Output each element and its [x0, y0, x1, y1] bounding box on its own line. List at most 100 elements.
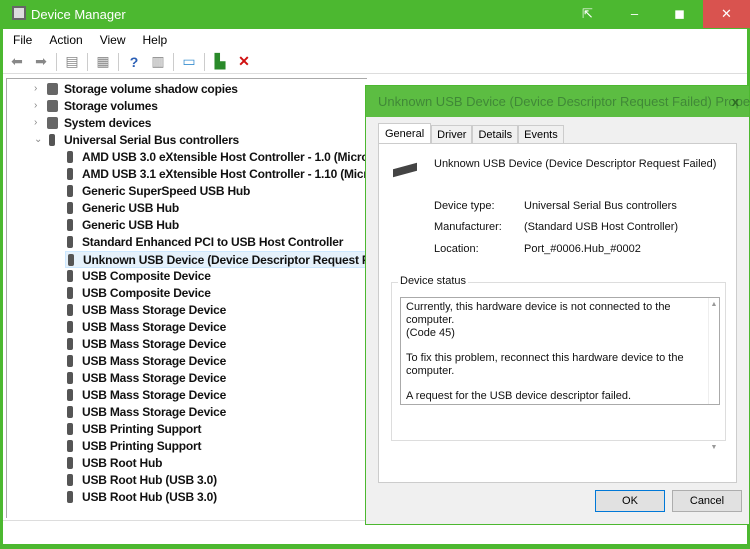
tree-item-label: USB Mass Storage Device	[82, 337, 227, 351]
tab-driver[interactable]: Driver	[431, 125, 473, 145]
tree-item[interactable]: Generic USB Hub	[65, 200, 182, 217]
ok-button[interactable]: OK	[595, 490, 665, 512]
menu-file[interactable]: File	[13, 33, 32, 47]
menu-view[interactable]: View	[100, 33, 126, 47]
usb-icon	[67, 151, 73, 163]
usb-icon	[67, 491, 73, 503]
expand-toggle[interactable]: ›	[34, 117, 37, 128]
status-line: Currently, this hardware device is not c…	[406, 301, 671, 326]
usb-icon	[67, 185, 73, 197]
divider	[56, 52, 57, 71]
tree-item[interactable]: USB Printing Support	[65, 438, 204, 455]
tree-item[interactable]: Generic SuperSpeed USB Hub	[65, 183, 253, 200]
usb-icon	[49, 134, 55, 146]
tab-events[interactable]: Events	[518, 125, 564, 145]
properties-icon[interactable]: ▦	[94, 53, 112, 70]
tree-item[interactable]: Standard Enhanced PCI to USB Host Contro…	[65, 234, 346, 251]
usb-icon	[67, 474, 73, 486]
general-panel: Unknown USB Device (Device Descriptor Re…	[378, 143, 737, 483]
usb-icon	[67, 372, 73, 384]
properties-dialog: Unknown USB Device (Device Descriptor Re…	[365, 85, 750, 525]
tree-item-label: Storage volumes	[64, 99, 158, 113]
restore-down-icon[interactable]: ⇱	[565, 0, 610, 29]
tree-item-label: USB Root Hub	[82, 456, 163, 470]
expand-toggle[interactable]: ⌄	[34, 134, 42, 145]
dialog-title: Unknown USB Device (Device Descriptor Re…	[366, 86, 750, 117]
status-line	[406, 378, 714, 390]
tree-item[interactable]: Storage volumes	[47, 98, 158, 115]
uninstall-icon[interactable]: ✕	[235, 53, 253, 70]
divider	[118, 52, 119, 71]
dialog-close-button[interactable]: x	[732, 86, 739, 117]
usb-icon	[67, 202, 73, 214]
tree-item-label: USB Root Hub (USB 3.0)	[82, 473, 217, 487]
maximize-button[interactable]: ◼	[657, 0, 702, 29]
tree-item[interactable]: USB Mass Storage Device	[65, 404, 229, 421]
menu-bar: File Action View Help	[3, 29, 747, 50]
usb-icon	[67, 457, 73, 469]
usb-icon	[67, 287, 73, 299]
scan-hardware-icon[interactable]: ▭	[180, 53, 198, 70]
show-hide-console-tree-icon[interactable]: ▤	[63, 53, 81, 70]
back-icon[interactable]: ⬅	[8, 53, 26, 70]
device-manager-icon	[12, 6, 26, 20]
device-type-value: Universal Serial Bus controllers	[524, 200, 677, 212]
cancel-button[interactable]: Cancel	[672, 490, 742, 512]
tree-item-label: USB Mass Storage Device	[82, 303, 227, 317]
tab-details[interactable]: Details	[472, 125, 519, 145]
usb-icon	[67, 389, 73, 401]
expand-toggle[interactable]: ›	[34, 100, 37, 111]
tree-item[interactable]: USB Mass Storage Device	[65, 302, 229, 319]
tree-item[interactable]: System devices	[47, 115, 151, 132]
tree-item[interactable]: USB Mass Storage Device	[65, 336, 229, 353]
tree-item[interactable]: AMD USB 3.0 eXtensible Host Controller -…	[65, 149, 367, 166]
usb-device-icon	[393, 162, 417, 178]
tree-item[interactable]: USB Mass Storage Device	[65, 353, 229, 370]
device-status-textbox[interactable]: ▲ ▼ Currently, this hardware device is no…	[400, 297, 720, 451]
scrollbar[interactable]: ▲ ▼	[708, 298, 719, 451]
usb-icon	[67, 423, 73, 435]
tree-item[interactable]: USB Composite Device	[65, 285, 214, 302]
tree-item[interactable]: USB Root Hub (USB 3.0)	[65, 472, 220, 489]
tree-item-label: USB Mass Storage Device	[82, 371, 227, 385]
tree-item[interactable]: USB Mass Storage Device	[65, 387, 229, 404]
device-tree: › Storage volume shadow copies › Storage vo…	[6, 78, 367, 518]
tree-item[interactable]: USB Composite Device	[65, 268, 214, 285]
close-button[interactable]: ✕	[703, 0, 750, 28]
manufacturer-value: (Standard USB Host Controller)	[524, 221, 679, 233]
tree-item[interactable]: Generic USB Hub	[65, 217, 182, 234]
tree-item[interactable]: USB Mass Storage Device	[65, 370, 229, 387]
tree-item[interactable]: Storage volume shadow copies	[47, 81, 238, 98]
tree-item-label: USB Printing Support	[82, 439, 202, 453]
usb-icon	[67, 406, 73, 418]
status-line: A request for the USB device descriptor …	[406, 390, 632, 402]
usb-icon	[67, 304, 73, 316]
tree-item-label: USB Composite Device	[82, 286, 211, 300]
tree-item[interactable]: USB Printing Support	[65, 421, 204, 438]
forward-icon[interactable]: ➡	[32, 53, 50, 70]
tree-item[interactable]: USB Mass Storage Device	[65, 319, 229, 336]
device-status-label: Device status	[398, 275, 469, 287]
tree-item-label: AMD USB 3.1 eXtensible Host Controller -…	[82, 167, 367, 181]
tree-item-label: Universal Serial Bus controllers	[64, 133, 240, 147]
tree-item-label: USB Mass Storage Device	[82, 388, 227, 402]
tree-item[interactable]: Universal Serial Bus controllers	[47, 132, 239, 149]
minimize-button[interactable]: –	[612, 0, 657, 29]
update-driver-icon[interactable]: ▙	[211, 53, 229, 70]
expand-toggle[interactable]: ›	[34, 83, 37, 94]
tree-item[interactable]: USB Root Hub (USB 3.0)	[65, 489, 220, 506]
device-name: Unknown USB Device (Device Descriptor Re…	[434, 158, 717, 170]
storage-icon	[47, 100, 58, 112]
tree-item[interactable]: Unknown USB Device (Device Descriptor Re…	[65, 251, 367, 268]
divider	[173, 52, 174, 71]
usb-icon	[67, 440, 73, 452]
usb-icon	[68, 254, 74, 266]
tab-general[interactable]: General	[378, 123, 432, 145]
menu-help[interactable]: Help	[143, 33, 168, 47]
tree-item[interactable]: USB Root Hub	[65, 455, 165, 472]
action-pane-icon[interactable]: ▥	[149, 53, 167, 70]
help-icon[interactable]: ?	[125, 54, 143, 70]
tree-item[interactable]: AMD USB 3.1 eXtensible Host Controller -…	[65, 166, 367, 183]
usb-icon	[67, 338, 73, 350]
menu-action[interactable]: Action	[49, 33, 82, 47]
